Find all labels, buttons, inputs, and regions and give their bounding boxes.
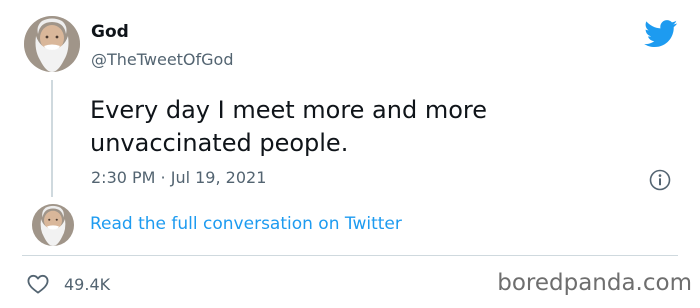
author-display-name[interactable]: God (91, 22, 129, 42)
conversation-avatar (32, 204, 74, 246)
actions-divider (22, 255, 678, 256)
source-watermark: boredpanda.com (497, 270, 692, 296)
read-full-conversation-link[interactable]: Read the full conversation on Twitter (90, 214, 402, 234)
author-avatar[interactable] (24, 16, 80, 72)
thread-connector-line (51, 80, 53, 197)
like-button[interactable]: 49.4K (26, 270, 110, 298)
tweet-timestamp[interactable]: 2:30 PM · Jul 19, 2021 (91, 168, 266, 187)
heart-icon (27, 274, 49, 294)
tweet-text: Every day I meet more and more unvaccina… (90, 96, 488, 157)
like-count: 49.4K (64, 274, 111, 294)
tweet-embed-card: God @TheTweetOfGod Every day I meet more… (0, 0, 700, 308)
author-handle[interactable]: @TheTweetOfGod (91, 50, 234, 69)
info-icon[interactable] (649, 169, 671, 191)
twitter-bird-icon[interactable] (644, 20, 678, 48)
